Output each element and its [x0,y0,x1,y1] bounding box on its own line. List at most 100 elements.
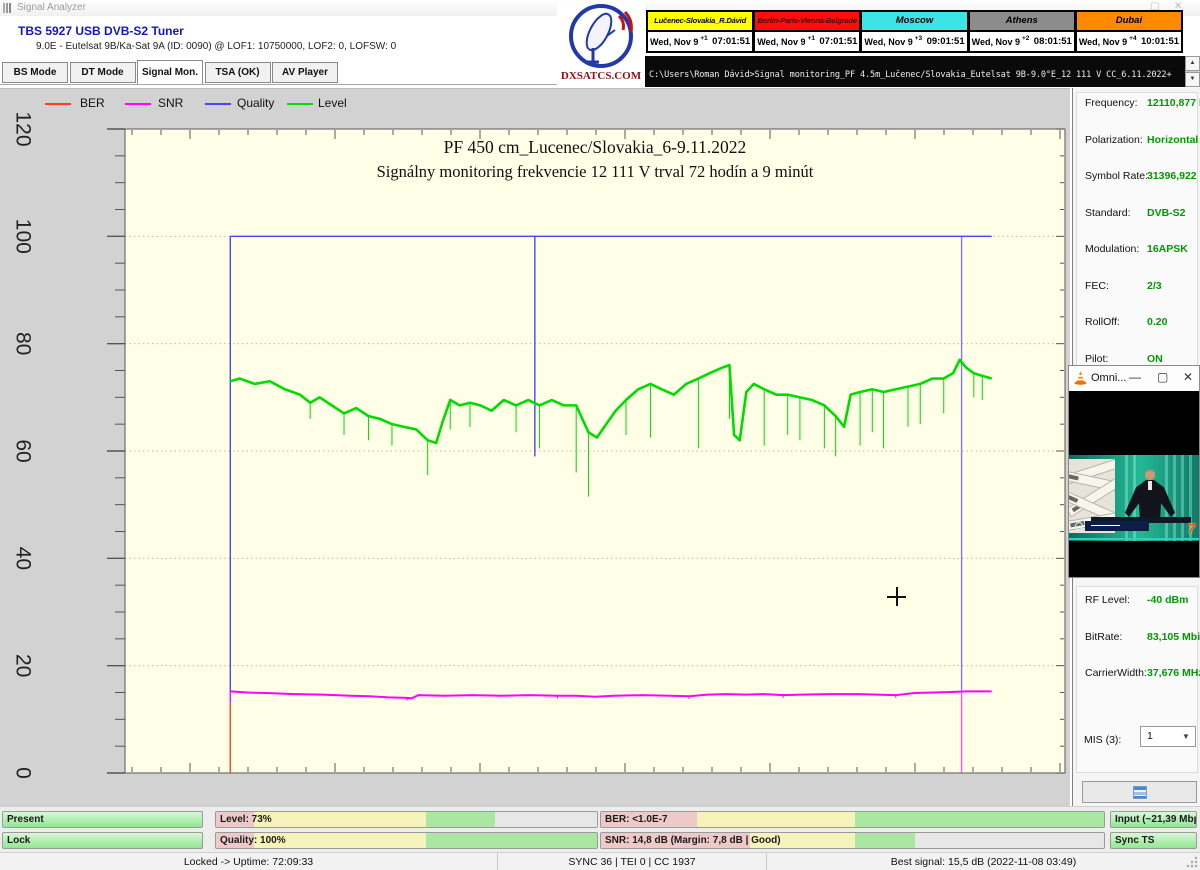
bottom-status-bar: Locked -> Uptime: 72:09:33 SYNC 36 | TEI… [0,852,1200,870]
clock-time: 08:01:51 [1034,36,1072,47]
field-label: Polarization: [1085,134,1143,146]
lock-indicator: Lock [2,832,203,849]
field-value: -40 dBm [1147,594,1188,606]
channel-7-logo: 7 [1188,521,1195,536]
status-area: Present Lock Level: 73% Quality: 100%BER: <… [0,806,1200,852]
tab-dt-mode[interactable]: DT Mode [70,62,136,83]
sidebar-field: Modulation: 16APSK [1085,243,1197,255]
sidebar-field: CarrierWidth:37,676 MHz [1085,667,1197,679]
close-icon[interactable]: ✕ [1183,370,1193,384]
scroll-down-icon[interactable]: ▼ [1185,72,1200,87]
field-value: 16APSK [1147,243,1188,255]
stream-list-button[interactable] [1082,781,1197,803]
console-scrollbar[interactable]: ▲ ▼ [1185,56,1200,87]
vlc-window-title: Omni... [1091,372,1126,384]
field-label: Modulation: [1085,243,1139,255]
app-icon [3,3,13,13]
bar-segment [254,812,425,827]
field-label: Frequency: [1085,97,1138,109]
bar-segment [855,833,915,848]
svg-text:20: 20 [11,654,34,677]
tab-bs-mode[interactable]: BS Mode [2,62,68,83]
svg-text:Signálny monitoring frekvencie: Signálny monitoring frekvencie 12 111 V … [377,162,814,181]
clock: Lučenec-Slovakia_R.DávidWed, Nov 9+107:0… [646,10,754,53]
snr-progress-bar: SNR: 14,8 dB (Margin: 7,8 dB | Good) [600,832,1105,849]
level-label: Level: 73% [220,814,272,825]
tuner-info: 9.0E - Eutelsat 9B/Ka-Sat 9A (ID: 0090) … [36,41,396,52]
field-label: BitRate: [1085,631,1122,643]
vlc-video-area[interactable]: 7 [1069,391,1199,577]
sidebar-field: FEC:2/3 [1085,280,1197,292]
clock-strip: Lučenec-Slovakia_R.DávidWed, Nov 9+107:0… [646,10,1183,53]
list-icon [1133,786,1147,799]
signal-monitoring-chart[interactable]: 020406080100120PF 450 cm_Lucenec/Slovaki… [0,89,1070,807]
tv-video-frame: 7 [1069,455,1199,541]
crosshair-cursor [887,587,906,606]
input-indicator: Input (~21,39 Mbps) [1110,811,1197,828]
resize-grip[interactable] [1186,856,1198,868]
bar-segment [495,812,597,827]
field-label: FEC: [1085,280,1109,292]
satellite-dish-icon [563,2,639,70]
field-label: Standard: [1085,207,1131,219]
sidebar-field: Standard: DVB-S2 [1085,207,1197,219]
clock-time-row: Wed, Nov 9+2 08:01:51 [970,32,1074,51]
bar-segment [915,833,1104,848]
sidebar-field: Frequency:12110,877 MHz [1085,97,1197,109]
best-signal-status: Best signal: 15,5 dB (2022-11-08 03:49) [767,853,1200,870]
vlc-window[interactable]: Omni... — ▢ ✕ [1068,365,1200,578]
present-indicator-label: Present [7,814,44,825]
vlc-title-bar[interactable]: Omni... — ▢ ✕ [1069,366,1199,391]
studio-light-strip [1069,538,1199,540]
quality-progress-bar: Quality: 100% [215,832,598,849]
clock-date: Wed, Nov 9 [757,37,805,47]
bar-segment [426,833,597,848]
svg-text:40: 40 [11,547,34,570]
field-value: Horizontal [1147,134,1198,146]
sync-ts-indicator-label: Sync TS [1115,835,1154,846]
svg-text:PF 450 cm_Lucenec/Slovakia_6-9: PF 450 cm_Lucenec/Slovakia_6-9.11.2022 [444,137,747,157]
signal-analyzer-window: Signal Analyzer ▢ ✕ TBS 5927 USB DVB-S2 … [0,0,1200,870]
clock-city: Athens [970,12,1074,32]
clock-utc-offset: +1 [808,35,815,42]
clock-date: Wed, Nov 9 [972,37,1020,47]
clock-time: 10:01:51 [1141,36,1179,47]
field-label: CarrierWidth: [1085,667,1147,679]
sidebar-field: RollOff:0.20 [1085,316,1197,328]
minimize-icon[interactable]: — [1129,370,1141,384]
window-title: Signal Analyzer [17,2,86,13]
sidebar-field: BitRate:83,105 Mbit/s [1085,631,1197,643]
field-value: DVB-S2 [1147,207,1186,219]
bar-segment [426,812,495,827]
dxsatcs-logo: DXSATCS.COM [557,2,645,88]
sync-ts-indicator: Sync TS [1110,832,1197,849]
sidebar-field: Pilot:ON [1085,353,1197,365]
clock-utc-offset: +3 [915,35,922,42]
tab-tsa-ok-[interactable]: TSA (OK) [205,62,271,83]
svg-text:0: 0 [11,767,34,779]
scroll-up-icon[interactable]: ▲ [1185,56,1200,71]
lower-third-banner [1085,521,1149,531]
banner-icon [1075,522,1083,530]
clock-utc-offset: +2 [1022,35,1029,42]
chevron-down-icon[interactable]: ▼ [1182,726,1190,747]
clock: Athens Wed, Nov 9+2 08:01:51 [969,10,1076,53]
uptime-status: Locked -> Uptime: 72:09:33 [0,853,498,870]
clock-utc-offset: +1 [700,35,707,42]
ber-progress-bar: BER: <1.0E-7 [600,811,1105,828]
clock: Berlin-Paris-Vienna-BelgradeWed, Nov 9+1… [754,10,861,53]
mis-label: MIS (3): [1084,734,1121,746]
tab-signal-mon-[interactable]: Signal Mon. [137,60,203,85]
maximize-icon[interactable]: ▢ [1157,370,1168,384]
clock-time-row: Wed, Nov 9+309:01:51 [862,32,966,51]
bar-segment [697,812,855,827]
tab-av-player[interactable]: AV Player [272,62,338,83]
console-bar[interactable]: C:\Users\Roman Dávid>Signal monitoring_P… [645,56,1185,87]
field-label: Pilot: [1085,353,1108,365]
svg-text:120: 120 [11,111,34,146]
clock: DubaiWed, Nov 9+410:01:51 [1076,10,1183,53]
clock-time-row: Wed, Nov 9+410:01:51 [1077,32,1181,51]
clock-utc-offset: +4 [1129,35,1136,42]
clock-time-row: Wed, Nov 9+107:01:51 [648,32,752,51]
snr-label: SNR: 14,8 dB (Margin: 7,8 dB | Good) [605,835,781,846]
